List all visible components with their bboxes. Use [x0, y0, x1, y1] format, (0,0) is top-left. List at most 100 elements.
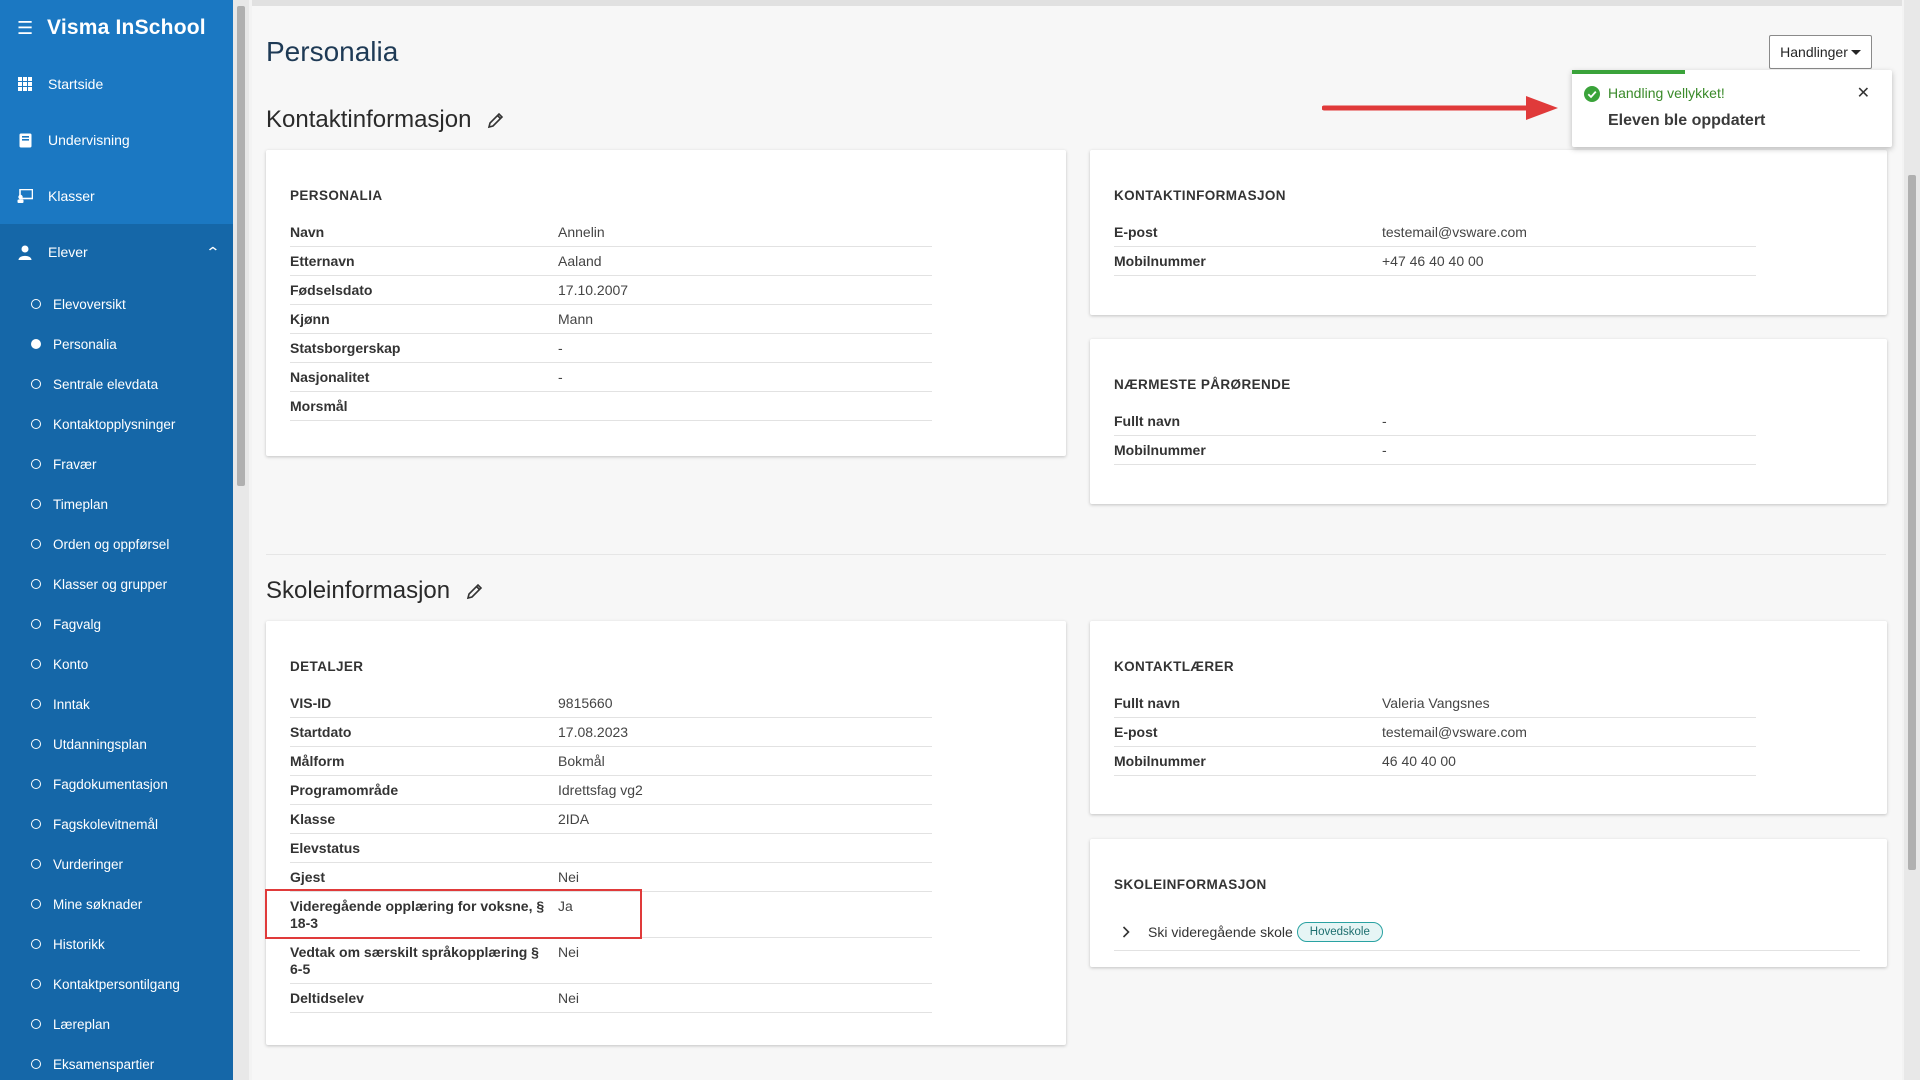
circle-icon	[31, 819, 41, 829]
sidebar-subitem[interactable]: Inntak	[0, 684, 233, 724]
sidebar: ☰ Visma InSchool Startside Undervisning …	[0, 0, 233, 1080]
success-toast: Handling vellykket! Eleven ble oppdatert…	[1572, 70, 1892, 147]
field-value: Nei	[558, 983, 932, 1013]
sidebar-subitem[interactable]: Elevoversikt	[0, 284, 233, 324]
circle-icon	[31, 979, 41, 989]
table-row: Nasjonalitet -	[290, 362, 932, 392]
field-label: Statsborgerskap	[290, 333, 558, 363]
circle-icon	[31, 699, 41, 709]
personalia-table: Navn Annelin Etternavn Aaland Fødselsdato 17.…	[290, 218, 932, 421]
field-label: Fullt navn	[1114, 407, 1382, 436]
sidebar-subitem[interactable]: Klasser og grupper	[0, 564, 233, 604]
field-value: testemail@vsware.com	[1382, 218, 1756, 247]
sidebar-subitem[interactable]: Personalia	[0, 324, 233, 364]
circle-icon	[31, 299, 41, 309]
field-value: -	[558, 333, 932, 363]
field-value: Bokmål	[558, 746, 932, 776]
toast-progress-bar	[1572, 70, 1685, 74]
sidebar-subitem[interactable]: Fagskolevitnemål	[0, 804, 233, 844]
actions-dropdown-button[interactable]: Handlinger	[1769, 35, 1872, 69]
sidebar-subitem[interactable]: Vurderinger	[0, 844, 233, 884]
sidebar-subitem[interactable]: Fagvalg	[0, 604, 233, 644]
sidebar-subitem[interactable]: Historikk	[0, 924, 233, 964]
circle-icon	[31, 459, 41, 469]
contact-info-card: KONTAKTINFORMASJON E-post testemail@vswar…	[1090, 150, 1887, 315]
sidebar-subitem-label: Læreplan	[53, 1016, 111, 1032]
sidebar-scroll-thumb[interactable]	[237, 6, 245, 486]
main-school-badge: Hovedskole	[1296, 921, 1383, 942]
sidebar-subitem-label: Kontaktopplysninger	[53, 416, 176, 432]
field-value: 17.08.2023	[558, 717, 932, 747]
check-circle-icon	[1584, 86, 1600, 102]
sidebar-item-undervisning[interactable]: Undervisning	[0, 112, 233, 168]
circle-icon	[31, 379, 41, 389]
table-row: VIS-ID 9815660	[290, 689, 932, 718]
sidebar-item-elever[interactable]: Elever ⌃	[0, 224, 233, 280]
sidebar-subitem[interactable]: Konto	[0, 644, 233, 684]
sidebar-subnav: Elevoversikt Personalia Sentrale elevdata K…	[0, 280, 233, 1080]
contact-section-title-text: Kontaktinformasjon	[266, 106, 472, 133]
field-value: -	[558, 362, 932, 392]
table-row: Kjønn Mann	[290, 304, 932, 334]
highlight-box	[265, 889, 642, 939]
sidebar-subitem[interactable]: Fagdokumentasjon	[0, 764, 233, 804]
field-value: -	[1382, 435, 1756, 465]
details-table: VIS-ID 9815660 Startdato 17.08.2023 Målform B…	[290, 689, 932, 1013]
table-row: Startdato 17.08.2023	[290, 717, 932, 747]
close-icon[interactable]: ✕	[1857, 83, 1870, 103]
hamburger-icon[interactable]: ☰	[17, 19, 33, 37]
field-value: -	[1382, 407, 1756, 436]
sidebar-subitem[interactable]: Timeplan	[0, 484, 233, 524]
field-value: Nei	[558, 937, 932, 984]
sidebar-brand: ☰ Visma InSchool	[0, 0, 233, 56]
sidebar-scrollbar[interactable]	[233, 0, 249, 1080]
edit-pencil-icon[interactable]	[466, 582, 484, 600]
field-value: Nei	[558, 862, 932, 892]
personalia-card: PERSONALIA Navn Annelin Etternavn Aaland Fød…	[266, 150, 1066, 456]
school-section-title: Skoleinformasjon	[266, 577, 484, 605]
main-scroll-thumb[interactable]	[1908, 175, 1916, 870]
circle-icon	[31, 539, 41, 549]
section-divider	[266, 554, 1886, 555]
school-row[interactable]: Ski videregående skole Hovedskole	[1114, 913, 1860, 951]
sidebar-subitem-label: Sentrale elevdata	[53, 376, 159, 392]
field-label: Klasse	[290, 804, 558, 834]
sidebar-subitem[interactable]: Utdanningsplan	[0, 724, 233, 764]
sidebar-subitem[interactable]: Fravær	[0, 444, 233, 484]
table-row: Morsmål	[290, 391, 932, 421]
sidebar-subitem[interactable]: Eksamenspartier	[0, 1044, 233, 1080]
contact-teacher-table: Fullt navn Valeria Vangsnes E-post testemai…	[1114, 689, 1756, 776]
sidebar-subitem-label: Fravær	[53, 456, 97, 472]
school-info-card: SKOLEINFORMASJON Ski videregående skole …	[1090, 839, 1887, 967]
sidebar-subitem[interactable]: Kontaktpersontilgang	[0, 964, 233, 1004]
chevron-up-icon[interactable]: ⌃	[206, 244, 221, 261]
table-row: Gjest Nei	[290, 862, 932, 892]
sidebar-item-startside[interactable]: Startside	[0, 56, 233, 112]
app-title: Visma InSchool	[47, 16, 206, 39]
edit-pencil-icon[interactable]	[487, 111, 505, 129]
toast-message: Eleven ble oppdatert	[1608, 112, 1766, 129]
sidebar-item-klasser[interactable]: Klasser	[0, 168, 233, 224]
circle-icon	[31, 579, 41, 589]
circle-icon	[31, 739, 41, 749]
main-scrollbar[interactable]	[1904, 0, 1920, 1080]
table-row: Mobilnummer -	[1114, 435, 1756, 465]
sidebar-subitem[interactable]: Sentrale elevdata	[0, 364, 233, 404]
table-row: Mobilnummer +47 46 40 40 00	[1114, 246, 1756, 276]
book-icon	[17, 132, 33, 148]
sidebar-subitem[interactable]: Læreplan	[0, 1004, 233, 1044]
table-row: Fullt navn -	[1114, 407, 1756, 436]
sidebar-subitem[interactable]: Kontaktopplysninger	[0, 404, 233, 444]
sidebar-subitem-label: Eksamenspartier	[53, 1056, 155, 1072]
sidebar-subitem-label: Inntak	[53, 696, 90, 712]
circle-icon	[31, 1059, 41, 1069]
field-label: Nasjonalitet	[290, 362, 558, 392]
sidebar-subitem[interactable]: Orden og oppførsel	[0, 524, 233, 564]
main-content: Personalia Handlinger Kontaktinformasjon…	[252, 0, 1902, 1080]
field-value: Valeria Vangsnes	[1382, 689, 1756, 718]
field-label: Navn	[290, 218, 558, 247]
field-value: 46 40 40 00	[1382, 746, 1756, 776]
table-row: E-post testemail@vsware.com	[1114, 717, 1756, 747]
sidebar-subitem[interactable]: Mine søknader	[0, 884, 233, 924]
chevron-right-icon[interactable]	[1122, 925, 1136, 938]
